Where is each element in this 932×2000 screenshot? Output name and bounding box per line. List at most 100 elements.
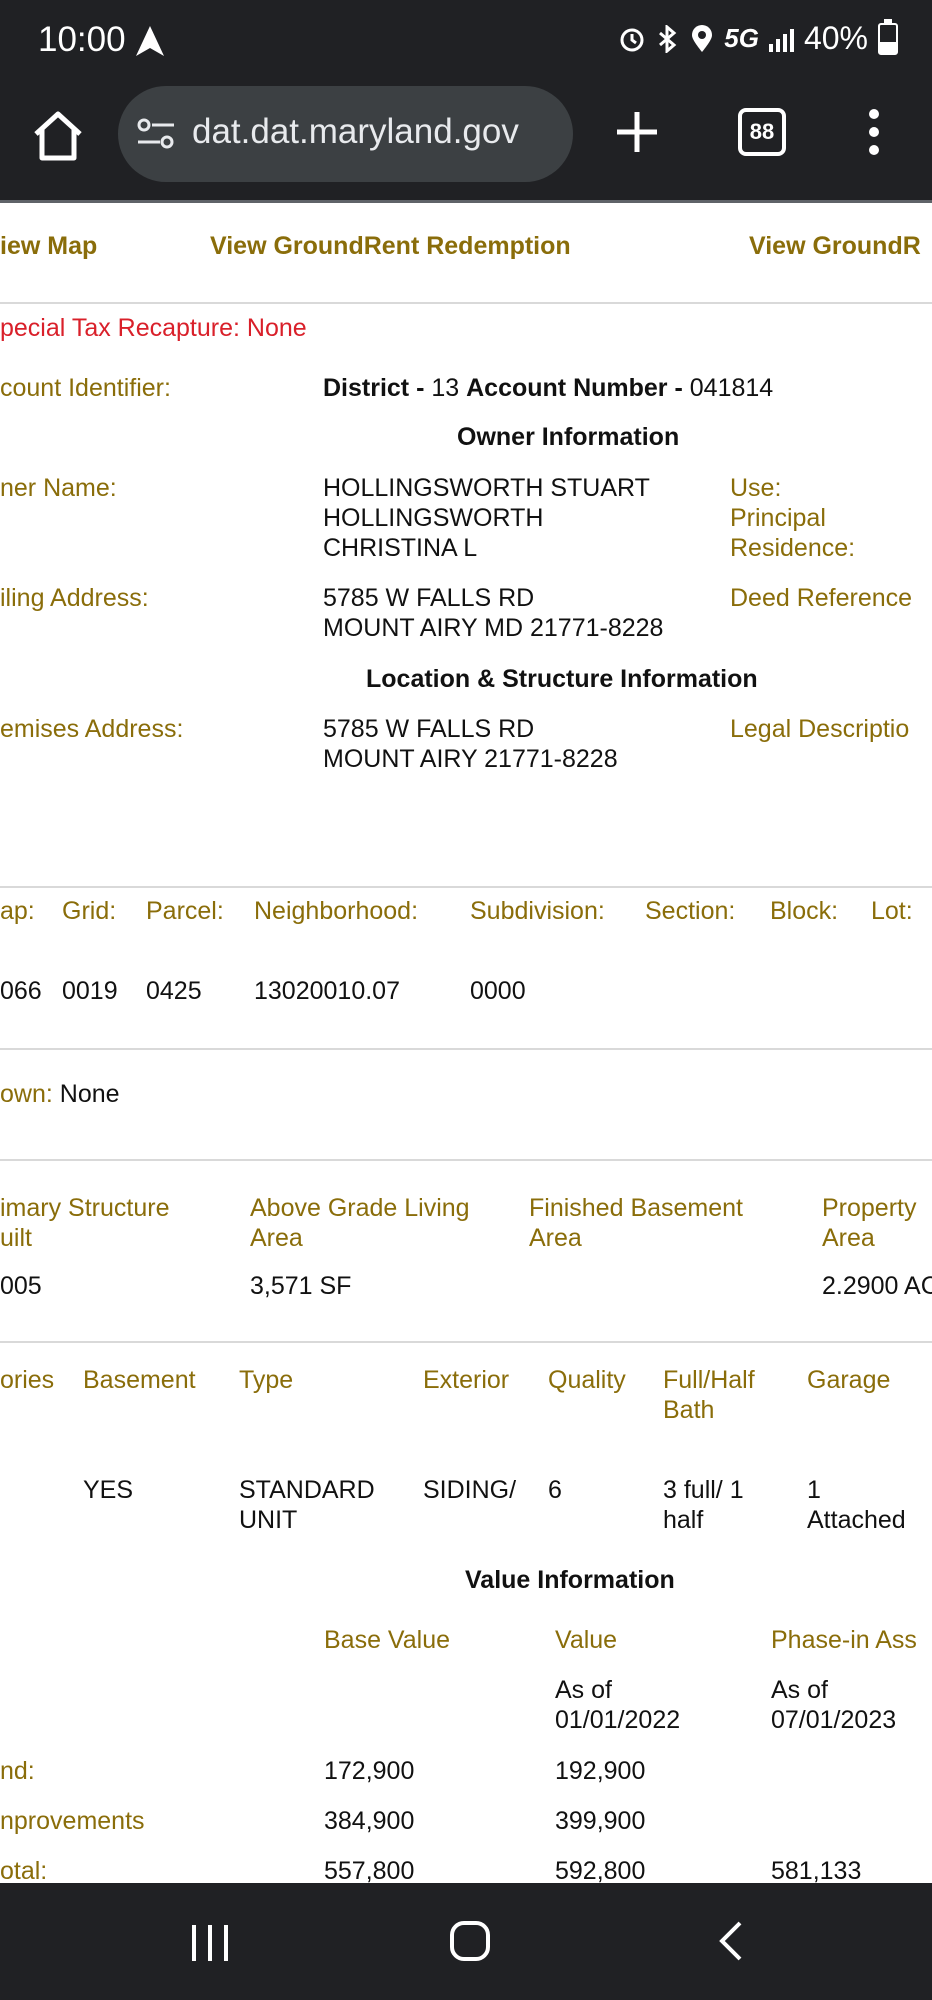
url-text[interactable]: dat.dat.maryland.gov	[192, 112, 519, 152]
location-icon	[692, 24, 713, 52]
divider	[0, 886, 932, 888]
bath-header-1: Full/Half	[663, 1366, 755, 1394]
neighborhood-value: 13020010.07	[254, 977, 400, 1005]
total-phase-in-value: 581,133	[771, 1857, 862, 1883]
quality-header: Quality	[548, 1366, 626, 1394]
more-menu-icon[interactable]	[862, 102, 886, 162]
battery-icon	[878, 18, 898, 55]
principal-residence-label-2: Residence:	[730, 534, 856, 562]
owner-name-line-1: HOLLINGSWORTH STUART	[323, 474, 650, 502]
recent-apps-icon[interactable]	[188, 1921, 232, 1965]
mailing-address-line-1: 5785 W FALLS RD	[323, 584, 535, 612]
status-bar: 10:00 5G 40%	[0, 0, 932, 84]
back-icon[interactable]	[716, 1919, 746, 1963]
quality-value: 6	[548, 1476, 562, 1504]
type-value-1: STANDARD	[239, 1476, 375, 1504]
block-header: Block:	[770, 897, 839, 925]
divider	[0, 1341, 932, 1343]
account-identifier-label: count Identifier:	[0, 374, 171, 402]
ground-rent-registration-link[interactable]: View GroundR	[749, 231, 921, 261]
value-as-of-label: As of	[555, 1676, 612, 1704]
parcel-value: 0425	[146, 977, 202, 1005]
basement-value: YES	[83, 1476, 134, 1504]
exterior-value: SIDING/	[423, 1476, 517, 1504]
network-type: 5G	[724, 23, 759, 53]
site-settings-icon[interactable]	[136, 116, 176, 152]
new-tab-icon[interactable]	[612, 102, 662, 162]
type-value-2: UNIT	[239, 1506, 298, 1534]
premises-address-label: emises Address:	[0, 715, 184, 743]
parcel-header: Parcel:	[146, 897, 224, 925]
tab-switcher-button[interactable]: 88	[738, 108, 786, 156]
bluetooth-icon	[659, 24, 677, 53]
mailing-address-line-2: MOUNT AIRY MD 21771-8228	[323, 614, 664, 642]
map-header: ap:	[0, 897, 35, 925]
value-as-of-date: 01/01/2022	[555, 1706, 681, 1734]
web-page: iew Map View GroundRent Redemption View …	[0, 203, 932, 1883]
principal-residence-label-1: Principal	[730, 504, 826, 532]
subdivision-header: Subdivision:	[470, 897, 605, 925]
land-label: nd:	[0, 1757, 35, 1785]
account-number-value: 041814	[689, 374, 774, 402]
total-label: otal:	[0, 1857, 48, 1883]
town-value: None	[59, 1080, 120, 1108]
town-row: own: None	[0, 1079, 120, 1109]
owner-name-label: ner Name:	[0, 474, 117, 502]
account-number-label: Account Number -	[466, 374, 683, 402]
total-value: 592,800	[555, 1857, 646, 1883]
account-identifier-value: District - 13 Account Number - 041814	[323, 373, 773, 403]
year-built-header-2: uilt	[0, 1224, 32, 1252]
address-bar[interactable]: dat.dat.maryland.gov	[118, 86, 573, 182]
value-header: Value	[555, 1626, 618, 1654]
home-nav-icon[interactable]	[448, 1919, 492, 1963]
land-value: 192,900	[555, 1757, 646, 1785]
year-built-value: 005	[0, 1272, 42, 1300]
district-label: District -	[323, 374, 425, 402]
bath-value-1: 3 full/ 1	[663, 1476, 744, 1504]
exterior-header: Exterior	[423, 1366, 510, 1394]
phase-as-of-label: As of	[771, 1676, 828, 1704]
type-header: Type	[239, 1366, 294, 1394]
location-structure-heading: Location & Structure Information	[366, 665, 758, 693]
signal-icon	[768, 26, 794, 52]
owner-name-line-2: HOLLINGSWORTH	[323, 504, 544, 532]
battery-percent: 40%	[803, 20, 868, 56]
home-icon[interactable]	[30, 108, 86, 164]
base-value-header: Base Value	[324, 1626, 451, 1654]
special-tax-recapture: pecial Tax Recapture: None	[0, 314, 307, 342]
above-grade-area-header-2: Area	[250, 1224, 303, 1252]
owner-name-line-3: CHRISTINA L	[323, 534, 478, 562]
garage-header: Garage	[807, 1366, 891, 1394]
owner-information-heading: Owner Information	[457, 423, 680, 451]
system-navigation-bar	[0, 1883, 932, 2000]
navigation-arrow-icon	[136, 26, 164, 56]
district-value: 13	[431, 374, 460, 402]
alarm-icon	[620, 28, 644, 51]
section-header: Section:	[645, 897, 736, 925]
ground-rent-redemption-link[interactable]: View GroundRent Redemption	[210, 231, 571, 261]
view-map-link[interactable]: iew Map	[0, 231, 97, 261]
phase-as-of-date: 07/01/2023	[771, 1706, 897, 1734]
total-base-value: 557,800	[324, 1857, 415, 1883]
bath-value-2: half	[663, 1506, 704, 1534]
basement-header: Basement	[83, 1366, 196, 1394]
clock: 10:00	[38, 20, 126, 59]
deed-reference-label: Deed Reference	[730, 584, 913, 612]
property-area-header-2: Area	[822, 1224, 875, 1252]
finished-basement-header-1: Finished Basement	[529, 1194, 744, 1222]
grid-value: 0019	[62, 977, 118, 1005]
divider	[0, 302, 932, 304]
status-icons: 5G 40%	[618, 18, 898, 57]
use-label: Use:	[730, 474, 782, 502]
town-label: own:	[0, 1080, 53, 1108]
land-base-value: 172,900	[324, 1757, 415, 1785]
phase-in-assessment-header: Phase-in Ass	[771, 1626, 917, 1654]
legal-description-label: Legal Descriptio	[730, 715, 910, 743]
improvements-label: nprovements	[0, 1807, 145, 1835]
improvements-base-value: 384,900	[324, 1807, 415, 1835]
finished-basement-header-2: Area	[529, 1224, 582, 1252]
grid-header: Grid:	[62, 897, 117, 925]
divider	[0, 1159, 932, 1161]
divider	[0, 1048, 932, 1050]
premises-address-line-1: 5785 W FALLS RD	[323, 715, 535, 743]
